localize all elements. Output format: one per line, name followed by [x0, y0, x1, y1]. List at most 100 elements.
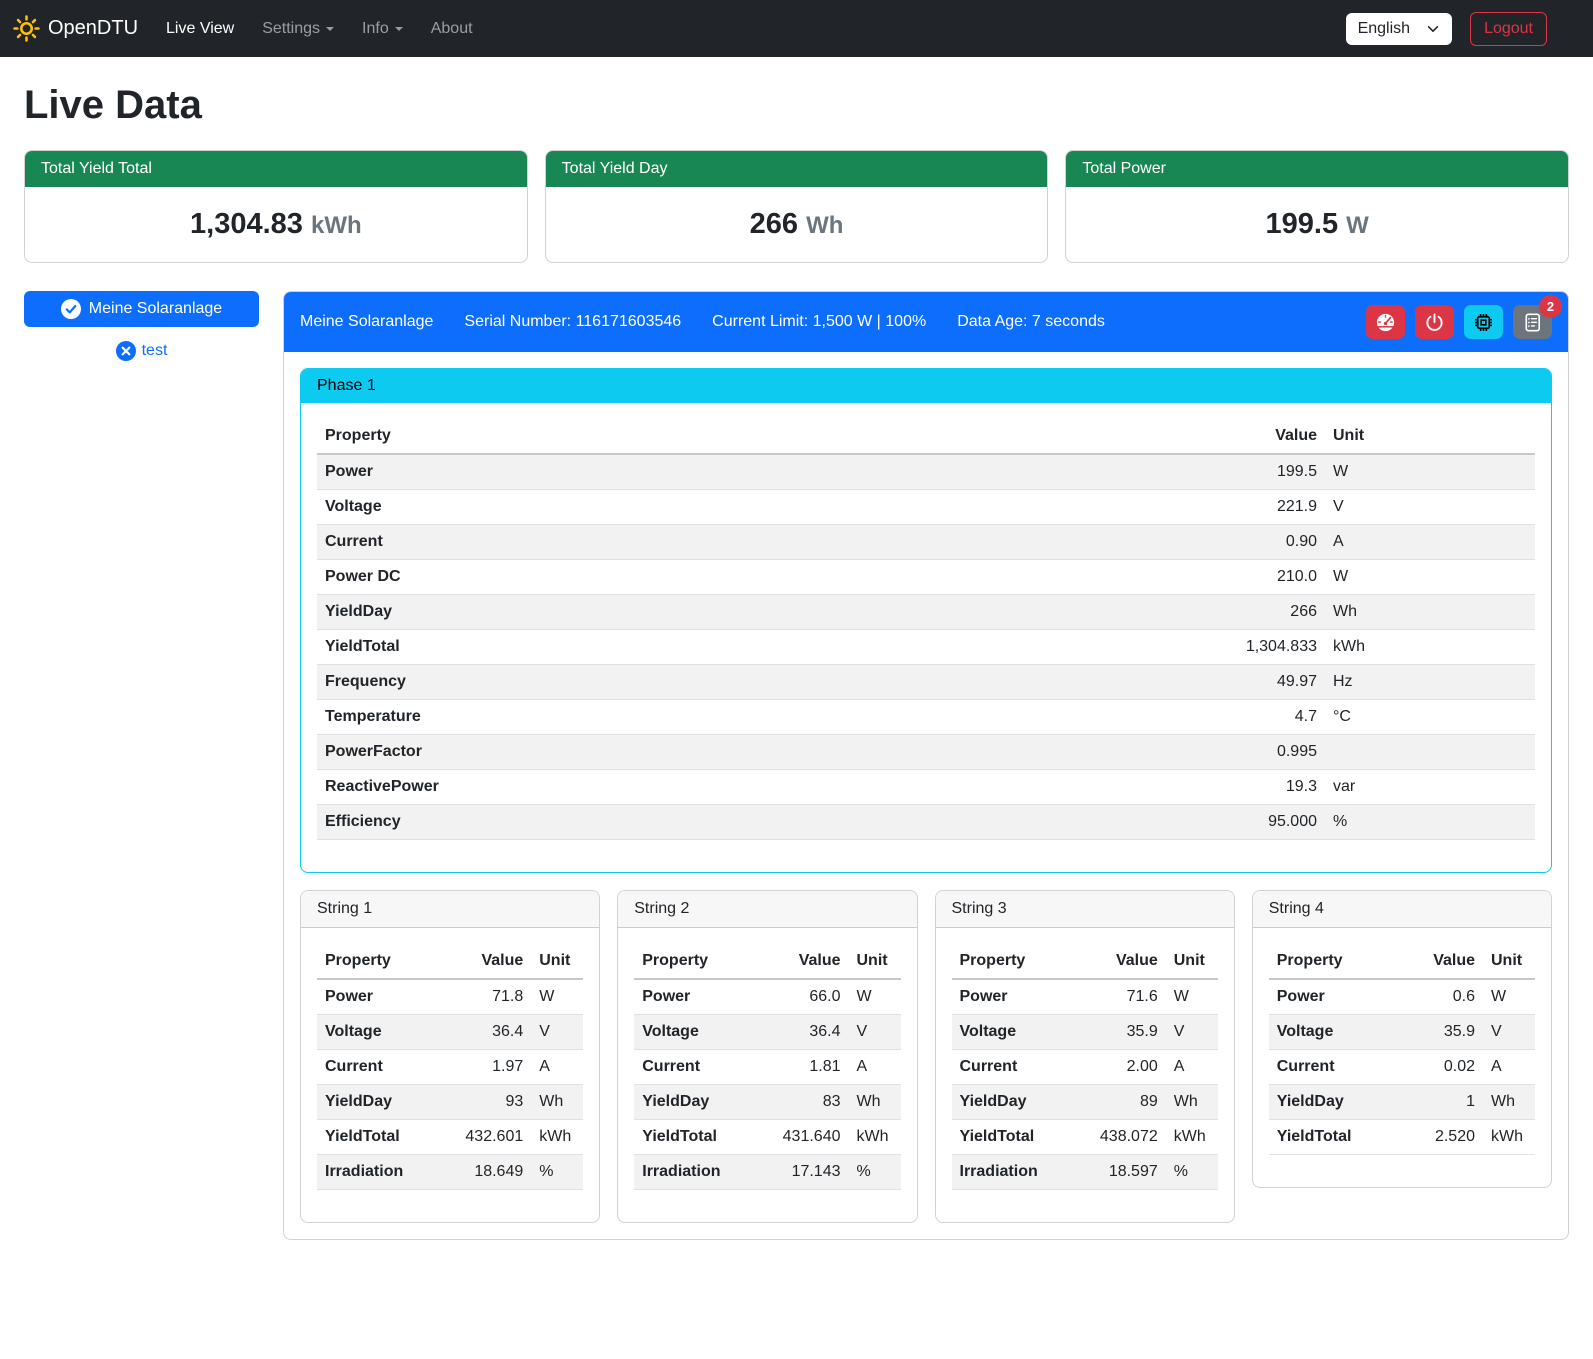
unit-cell: A [531, 1050, 583, 1085]
column-header: Property [1269, 944, 1398, 979]
table-row: Power DC210.0W [317, 560, 1535, 595]
string-table: PropertyValueUnitPower71.8WVoltage36.4VC… [317, 944, 583, 1190]
nav-live-view[interactable]: Live View [152, 12, 248, 46]
inverter-card-body: Phase 1 PropertyValueUnitPower199.5WVolt… [284, 352, 1568, 1239]
property-cell: Current [317, 525, 1205, 560]
value-cell: 210.0 [1205, 560, 1325, 595]
string-card-3: String 3PropertyValueUnitPower71.6WVolta… [935, 890, 1235, 1223]
event-log-button[interactable]: 2 [1513, 305, 1552, 339]
column-header: Property [634, 944, 763, 979]
string-card-title: String 1 [301, 891, 599, 928]
value-cell: 1,304.833 [1205, 630, 1325, 665]
table-row: YieldTotal431.640kWh [634, 1120, 900, 1155]
string-card-body: PropertyValueUnitPower0.6WVoltage35.9VCu… [1253, 928, 1551, 1187]
table-header-row: PropertyValueUnit [317, 419, 1535, 454]
card-title: Total Yield Total [25, 151, 527, 187]
value-cell: 19.3 [1205, 770, 1325, 805]
table-row: Power199.5W [317, 454, 1535, 490]
check-circle-icon [61, 299, 81, 319]
caret-down-icon [326, 27, 334, 31]
unit-cell: A [849, 1050, 901, 1085]
string-table: PropertyValueUnitPower71.6WVoltage35.9VC… [952, 944, 1218, 1190]
value-cell: 17.143 [764, 1155, 849, 1190]
table-row: Voltage221.9V [317, 490, 1535, 525]
unit-cell: V [1325, 490, 1535, 525]
property-cell: ReactivePower [317, 770, 1205, 805]
journal-events-icon [1521, 311, 1544, 334]
value-cell: 199.5 [1205, 454, 1325, 490]
chevron-down-icon [1426, 22, 1440, 36]
string-card-body: PropertyValueUnitPower66.0WVoltage36.4VC… [618, 928, 916, 1222]
table-row: Voltage36.4V [634, 1015, 900, 1050]
language-select[interactable]: English [1346, 13, 1452, 45]
unit-cell: A [1166, 1050, 1218, 1085]
inverter-tab-meine-solaranlage[interactable]: Meine Solaranlage [24, 291, 259, 327]
unit-cell: var [1325, 770, 1535, 805]
value-cell: 431.640 [764, 1120, 849, 1155]
nav-settings[interactable]: Settings [248, 12, 348, 46]
inverter-tab-test[interactable]: test [116, 341, 168, 361]
value-cell: 0.02 [1398, 1050, 1483, 1085]
content-row: Meine Solaranlage test Meine Solaranlage… [24, 291, 1569, 1240]
value-cell: 71.6 [1081, 979, 1166, 1015]
table-row: YieldTotal438.072kWh [952, 1120, 1218, 1155]
property-cell: Temperature [317, 700, 1205, 735]
device-info-button[interactable] [1464, 305, 1503, 339]
property-cell: YieldTotal [952, 1120, 1081, 1155]
navbar-right: English Logout [1346, 12, 1547, 46]
unit-cell: kWh [531, 1120, 583, 1155]
logout-button[interactable]: Logout [1470, 12, 1547, 46]
value-cell: 221.9 [1205, 490, 1325, 525]
table-row: YieldDay1Wh [1269, 1085, 1535, 1120]
value-cell: 71.8 [446, 979, 531, 1015]
property-cell: Current [1269, 1050, 1398, 1085]
unit-cell: kWh [849, 1120, 901, 1155]
card-title: Total Power [1066, 151, 1568, 187]
value-cell: 93 [446, 1085, 531, 1120]
column-header: Value [1081, 944, 1166, 979]
property-cell: PowerFactor [317, 735, 1205, 770]
property-cell: Current [634, 1050, 763, 1085]
column-header: Value [764, 944, 849, 979]
nav-links: Live View Settings Info About [152, 12, 1346, 46]
page-title: Live Data [24, 83, 1569, 128]
unit-cell: V [849, 1015, 901, 1050]
unit-cell: W [1483, 979, 1535, 1015]
property-cell: Frequency [317, 665, 1205, 700]
table-row: Voltage35.9V [1269, 1015, 1535, 1050]
card-value-line: 1,304.83 kWh [25, 187, 527, 262]
brand[interactable]: OpenDTU [13, 15, 138, 42]
cpu-icon [1472, 311, 1495, 334]
string-table: PropertyValueUnitPower0.6WVoltage35.9VCu… [1269, 944, 1535, 1155]
table-row: Efficiency95.000% [317, 805, 1535, 840]
phase-panel: Phase 1 PropertyValueUnitPower199.5WVolt… [300, 368, 1552, 873]
nav-about[interactable]: About [417, 12, 487, 46]
table-header-row: PropertyValueUnit [317, 944, 583, 979]
table-row: Frequency49.97Hz [317, 665, 1535, 700]
string-card-2: String 2PropertyValueUnitPower66.0WVolta… [617, 890, 917, 1223]
property-cell: YieldDay [952, 1085, 1081, 1120]
unit-cell: kWh [1166, 1120, 1218, 1155]
sun-icon [13, 15, 40, 42]
power-button[interactable] [1415, 305, 1454, 339]
table-row: YieldTotal432.601kWh [317, 1120, 583, 1155]
nav-info[interactable]: Info [348, 12, 417, 46]
inverter-tab-label: test [142, 342, 168, 360]
unit-cell: Wh [849, 1085, 901, 1120]
table-row: YieldTotal1,304.833kWh [317, 630, 1535, 665]
property-cell: Current [317, 1050, 446, 1085]
column-header: Value [446, 944, 531, 979]
string-card-body: PropertyValueUnitPower71.8WVoltage36.4VC… [301, 928, 599, 1222]
property-cell: YieldTotal [1269, 1120, 1398, 1155]
table-row: Temperature4.7°C [317, 700, 1535, 735]
limit-settings-button[interactable] [1366, 305, 1405, 339]
value-cell: 18.649 [446, 1155, 531, 1190]
table-row: Power66.0W [634, 979, 900, 1015]
inverter-actions: 2 [1366, 305, 1552, 339]
property-cell: Irradiation [634, 1155, 763, 1190]
card-title: Total Yield Day [546, 151, 1048, 187]
value-cell: 1.97 [446, 1050, 531, 1085]
value-cell: 0.995 [1205, 735, 1325, 770]
table-header-row: PropertyValueUnit [952, 944, 1218, 979]
value-cell: 95.000 [1205, 805, 1325, 840]
